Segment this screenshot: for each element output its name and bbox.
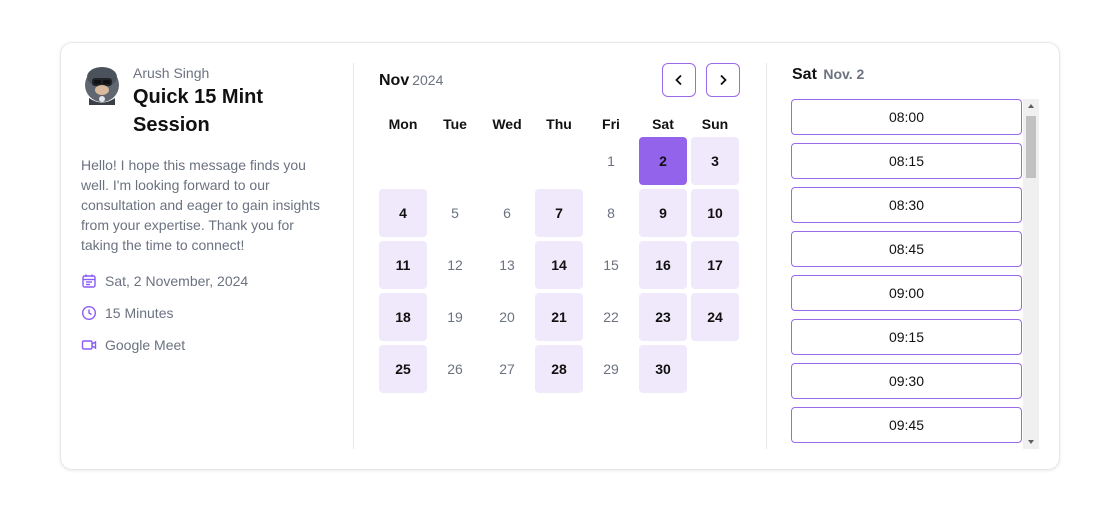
day-1: 1 <box>607 153 615 169</box>
weekday-sat: Sat <box>652 116 674 132</box>
event-title: Quick 15 Mint Session <box>133 86 264 136</box>
day-empty <box>535 137 583 185</box>
day-2[interactable]: 2 <box>639 137 687 185</box>
scrollbar-thumb[interactable] <box>1026 116 1036 178</box>
day-22: 22 <box>603 309 619 325</box>
scrollbar[interactable] <box>1023 99 1039 449</box>
weekday-fri: Fri <box>602 116 620 132</box>
day-15: 15 <box>603 257 619 273</box>
selected-date-short: Nov. 2 <box>823 66 865 82</box>
month-name: Nov <box>379 72 410 89</box>
weekday-header: Mon Tue Wed Thu Fri Sat Sun <box>379 116 739 132</box>
day-grid: 1 2 3 4 5 6 7 8 9 10 11 12 13 14 15 16 17 18 19 20 21 22 23 24 2… <box>379 137 739 393</box>
day-19: 19 <box>447 309 463 325</box>
day-empty <box>483 137 531 185</box>
clock-icon <box>81 305 97 321</box>
selected-day-name: Sat <box>792 66 817 83</box>
day-12: 12 <box>447 257 463 273</box>
divider-left <box>353 63 354 449</box>
day-23[interactable]: 23 <box>639 293 687 341</box>
selected-date-heading: Sat Nov. 2 <box>792 66 864 84</box>
scroll-down-arrow-icon[interactable] <box>1023 435 1039 449</box>
day-20: 20 <box>499 309 515 325</box>
calendar-month-label: Nov 2024 <box>379 72 443 90</box>
time-slot-button[interactable]: 09:00 <box>791 275 1022 311</box>
day-25[interactable]: 25 <box>379 345 427 393</box>
year: 2024 <box>412 72 444 88</box>
event-location: Google Meet <box>105 337 186 353</box>
day-8: 8 <box>607 205 615 221</box>
day-24[interactable]: 24 <box>691 293 739 341</box>
day-6: 6 <box>503 205 511 221</box>
day-30[interactable]: 30 <box>639 345 687 393</box>
day-9[interactable]: 9 <box>639 189 687 237</box>
video-icon <box>81 340 97 350</box>
time-slot-button[interactable]: 09:30 <box>791 363 1022 399</box>
day-empty <box>379 137 427 185</box>
event-date-row: Sat, 2 November, 2024 <box>81 271 248 291</box>
event-location-row: Google Meet <box>81 335 185 355</box>
scroll-up-arrow-icon[interactable] <box>1023 99 1039 113</box>
weekday-mon: Mon <box>388 116 418 132</box>
day-7[interactable]: 7 <box>535 189 583 237</box>
time-slot-button[interactable]: 08:00 <box>791 99 1022 135</box>
day-28[interactable]: 28 <box>535 345 583 393</box>
chevron-right-icon <box>720 74 727 86</box>
day-18[interactable]: 18 <box>379 293 427 341</box>
weekday-sun: Sun <box>701 116 729 132</box>
day-26: 26 <box>447 361 463 377</box>
divider-right <box>766 63 767 449</box>
day-13: 13 <box>499 257 515 273</box>
day-29: 29 <box>603 361 619 377</box>
day-14[interactable]: 14 <box>535 241 583 289</box>
event-duration: 15 Minutes <box>105 305 174 321</box>
event-description: Hello! I hope this message finds you wel… <box>81 157 320 253</box>
day-17[interactable]: 17 <box>691 241 739 289</box>
prev-month-button[interactable] <box>662 63 696 97</box>
avatar <box>85 67 119 105</box>
weekday-tue: Tue <box>443 116 467 132</box>
time-slot-list: 08:00 08:15 08:30 08:45 09:00 09:15 09:30 09:45 <box>791 99 1039 449</box>
weekday-wed: Wed <box>492 116 522 132</box>
day-16[interactable]: 16 <box>639 241 687 289</box>
day-4[interactable]: 4 <box>379 189 427 237</box>
day-21[interactable]: 21 <box>535 293 583 341</box>
time-slot-button[interactable]: 09:45 <box>791 407 1022 443</box>
day-10[interactable]: 10 <box>691 189 739 237</box>
day-3[interactable]: 3 <box>691 137 739 185</box>
event-date: Sat, 2 November, 2024 <box>105 273 249 289</box>
weekday-thu: Thu <box>546 116 572 132</box>
next-month-button[interactable] <box>706 63 740 97</box>
booking-card: Arush Singh Quick 15 Mint Session Hello!… <box>60 42 1060 470</box>
time-slot-button[interactable]: 08:30 <box>791 187 1022 223</box>
day-empty <box>431 137 479 185</box>
time-slot-button[interactable]: 08:45 <box>791 231 1022 267</box>
time-slot-button[interactable]: 08:15 <box>791 143 1022 179</box>
day-11[interactable]: 11 <box>379 241 427 289</box>
host-name: Arush Singh <box>133 65 210 81</box>
chevron-left-icon <box>675 74 682 86</box>
event-duration-row: 15 Minutes <box>81 303 173 323</box>
calendar-icon <box>82 274 96 288</box>
time-slot-button[interactable]: 09:15 <box>791 319 1022 355</box>
day-5: 5 <box>451 205 459 221</box>
day-27: 27 <box>499 361 515 377</box>
